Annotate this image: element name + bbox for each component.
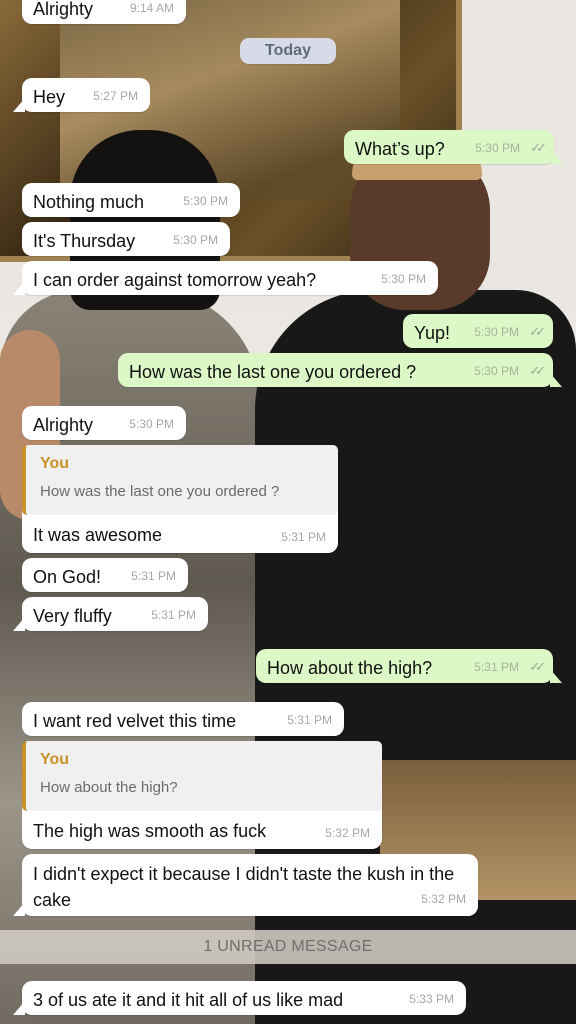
- message-text: Alrighty: [33, 415, 94, 435]
- message-text: The high was smooth as fuck: [33, 821, 267, 841]
- message-text: I didn't expect it because I didn't tast…: [33, 864, 455, 910]
- message-text: What’s up?: [355, 139, 445, 159]
- message-text: How about the high?: [267, 658, 433, 678]
- message-outgoing[interactable]: How was the last one you ordered ? 5:30 …: [118, 353, 562, 387]
- message-time: 5:30 PM: [183, 194, 228, 208]
- message-time: 5:27 PM: [93, 89, 138, 103]
- message-time: 5:30 PM: [475, 141, 520, 155]
- quote-author: You: [40, 751, 70, 768]
- message-reply[interactable]: You How was the last one you ordered ? I…: [22, 445, 338, 553]
- message-outgoing[interactable]: What’s up? 5:30 PM ✓✓: [344, 130, 563, 164]
- message-text: 3 of us ate it and it hit all of us like…: [33, 990, 344, 1010]
- quote-author: You: [40, 455, 70, 472]
- quote-text: How was the last one you ordered ?: [40, 483, 280, 500]
- quoted-message[interactable]: You How about the high?: [22, 741, 382, 811]
- message-text: Alrighty: [33, 0, 94, 19]
- message-time: 5:33 PM: [409, 992, 454, 1006]
- message-text: It's Thursday: [33, 231, 136, 251]
- message-text: How was the last one you ordered ?: [129, 362, 417, 382]
- message-time: 5:30 PM: [173, 233, 218, 247]
- message-time: 5:32 PM: [421, 892, 466, 906]
- message-incoming[interactable]: Alrighty 9:14 AM: [22, 0, 186, 24]
- message-incoming[interactable]: 3 of us ate it and it hit all of us like…: [13, 981, 466, 1015]
- message-incoming[interactable]: I can order against tomorrow yeah? 5:30 …: [13, 261, 438, 295]
- quote-text: How about the high?: [40, 779, 178, 796]
- message-outgoing[interactable]: Yup! 5:30 PM ✓✓: [403, 314, 553, 348]
- message-incoming[interactable]: On God! 5:31 PM: [22, 558, 188, 592]
- message-text: Very fluffy: [33, 606, 112, 626]
- quoted-message[interactable]: You How was the last one you ordered ?: [22, 445, 338, 515]
- message-time: 5:32 PM: [325, 826, 370, 840]
- message-outgoing[interactable]: How about the high? 5:31 PM ✓✓: [256, 649, 562, 683]
- message-text: I can order against tomorrow yeah?: [33, 270, 317, 290]
- message-time: 5:31 PM: [151, 608, 196, 622]
- double-check-icon: ✓✓: [529, 324, 546, 339]
- message-incoming[interactable]: It's Thursday 5:30 PM: [22, 222, 230, 256]
- double-check-icon: ✓✓: [529, 363, 546, 378]
- message-incoming[interactable]: I didn't expect it because I didn't tast…: [13, 854, 478, 916]
- message-text: On God!: [33, 567, 102, 587]
- message-text: Nothing much: [33, 192, 145, 212]
- date-separator: Today: [240, 38, 336, 64]
- message-text: Yup!: [414, 323, 451, 343]
- message-time: 5:30 PM: [474, 364, 519, 378]
- message-time: 5:30 PM: [381, 272, 426, 286]
- message-time: 5:31 PM: [281, 530, 326, 544]
- message-text: Hey: [33, 87, 66, 107]
- message-time: 5:31 PM: [287, 713, 332, 727]
- message-text: It was awesome: [33, 525, 163, 545]
- message-incoming[interactable]: Alrighty 5:30 PM: [22, 406, 186, 440]
- message-time: 5:31 PM: [131, 569, 176, 583]
- message-reply[interactable]: You How about the high? The high was smo…: [22, 741, 382, 849]
- double-check-icon: ✓✓: [529, 659, 546, 674]
- message-time: 5:31 PM: [474, 660, 519, 674]
- message-time: 5:30 PM: [129, 417, 174, 431]
- double-check-icon: ✓✓: [530, 140, 547, 155]
- message-incoming[interactable]: Hey 5:27 PM: [13, 78, 150, 112]
- message-time: 5:30 PM: [474, 325, 519, 339]
- message-text: I want red velvet this time: [33, 711, 237, 731]
- message-incoming[interactable]: Nothing much 5:30 PM: [22, 183, 240, 217]
- message-incoming[interactable]: Very fluffy 5:31 PM: [13, 597, 208, 631]
- message-time: 9:14 AM: [129, 1, 174, 15]
- unread-divider: 1 UNREAD MESSAGE: [0, 930, 576, 964]
- message-incoming[interactable]: I want red velvet this time 5:31 PM: [22, 702, 344, 736]
